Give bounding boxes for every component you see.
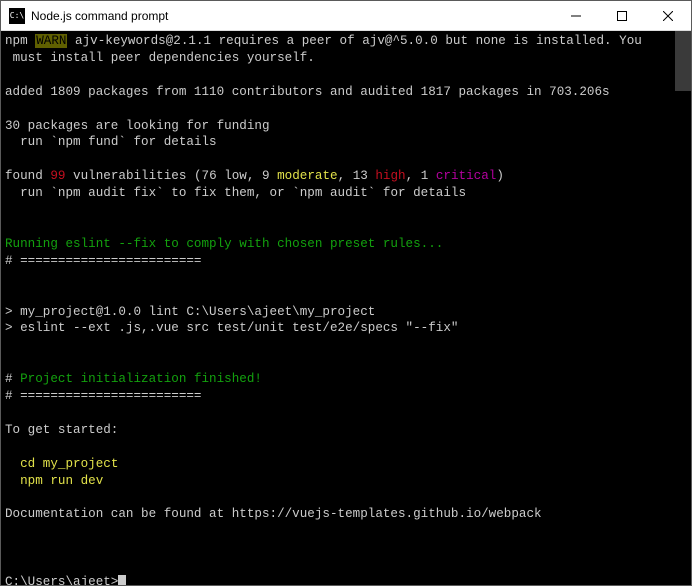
window-controls	[553, 1, 691, 30]
terminal-text: , 1	[406, 169, 436, 183]
status-message: Project initialization finished!	[20, 372, 262, 386]
terminal-text: Documentation can be found at https://vu…	[5, 507, 542, 521]
terminal-text: run `npm audit fix` to fix them, or `npm…	[5, 186, 466, 200]
terminal-text: > eslint --ext .js,.vue src test/unit te…	[5, 321, 458, 335]
warn-badge: WARN	[35, 34, 67, 48]
cursor	[118, 575, 126, 585]
terminal-text: #	[5, 372, 20, 386]
terminal-text: To get started:	[5, 423, 118, 437]
terminal-text: , 13	[338, 169, 376, 183]
terminal-text: found	[5, 169, 50, 183]
terminal-text: 30 packages are looking for funding	[5, 119, 270, 133]
command-hint: cd my_project	[5, 457, 118, 471]
divider: # ========================	[5, 389, 202, 403]
severity-critical: critical	[436, 169, 496, 183]
maximize-icon	[617, 11, 627, 21]
scrollbar[interactable]	[675, 31, 691, 585]
command-hint: npm run dev	[5, 474, 103, 488]
status-message: Running eslint --fix to comply with chos…	[5, 237, 443, 251]
terminal-text: > my_project@1.0.0 lint C:\Users\ajeet\m…	[5, 305, 375, 319]
app-icon: C:\	[9, 8, 25, 24]
terminal-window: C:\ Node.js command prompt npm WARN ajv-…	[0, 0, 692, 586]
terminal-text: npm	[5, 34, 35, 48]
vuln-count: 99	[50, 169, 65, 183]
window-title: Node.js command prompt	[31, 9, 553, 23]
severity-moderate: moderate	[277, 169, 337, 183]
close-icon	[663, 11, 673, 21]
terminal-text: vulnerabilities (76 low, 9	[65, 169, 277, 183]
terminal-text: )	[496, 169, 504, 183]
scrollbar-thumb[interactable]	[675, 31, 691, 91]
terminal-text: must install peer dependencies yourself.	[5, 51, 315, 65]
minimize-icon	[571, 11, 581, 21]
terminal-text: added 1809 packages from 1110 contributo…	[5, 85, 610, 99]
prompt: C:\Users\ajeet>	[5, 575, 118, 585]
divider: # ========================	[5, 254, 202, 268]
titlebar: C:\ Node.js command prompt	[1, 1, 691, 31]
minimize-button[interactable]	[553, 1, 599, 30]
close-button[interactable]	[645, 1, 691, 30]
terminal-text: ajv-keywords@2.1.1 requires a peer of aj…	[67, 34, 641, 48]
terminal-text: run `npm fund` for details	[5, 135, 217, 149]
maximize-button[interactable]	[599, 1, 645, 30]
severity-high: high	[375, 169, 405, 183]
terminal-body[interactable]: npm WARN ajv-keywords@2.1.1 requires a p…	[1, 31, 691, 585]
